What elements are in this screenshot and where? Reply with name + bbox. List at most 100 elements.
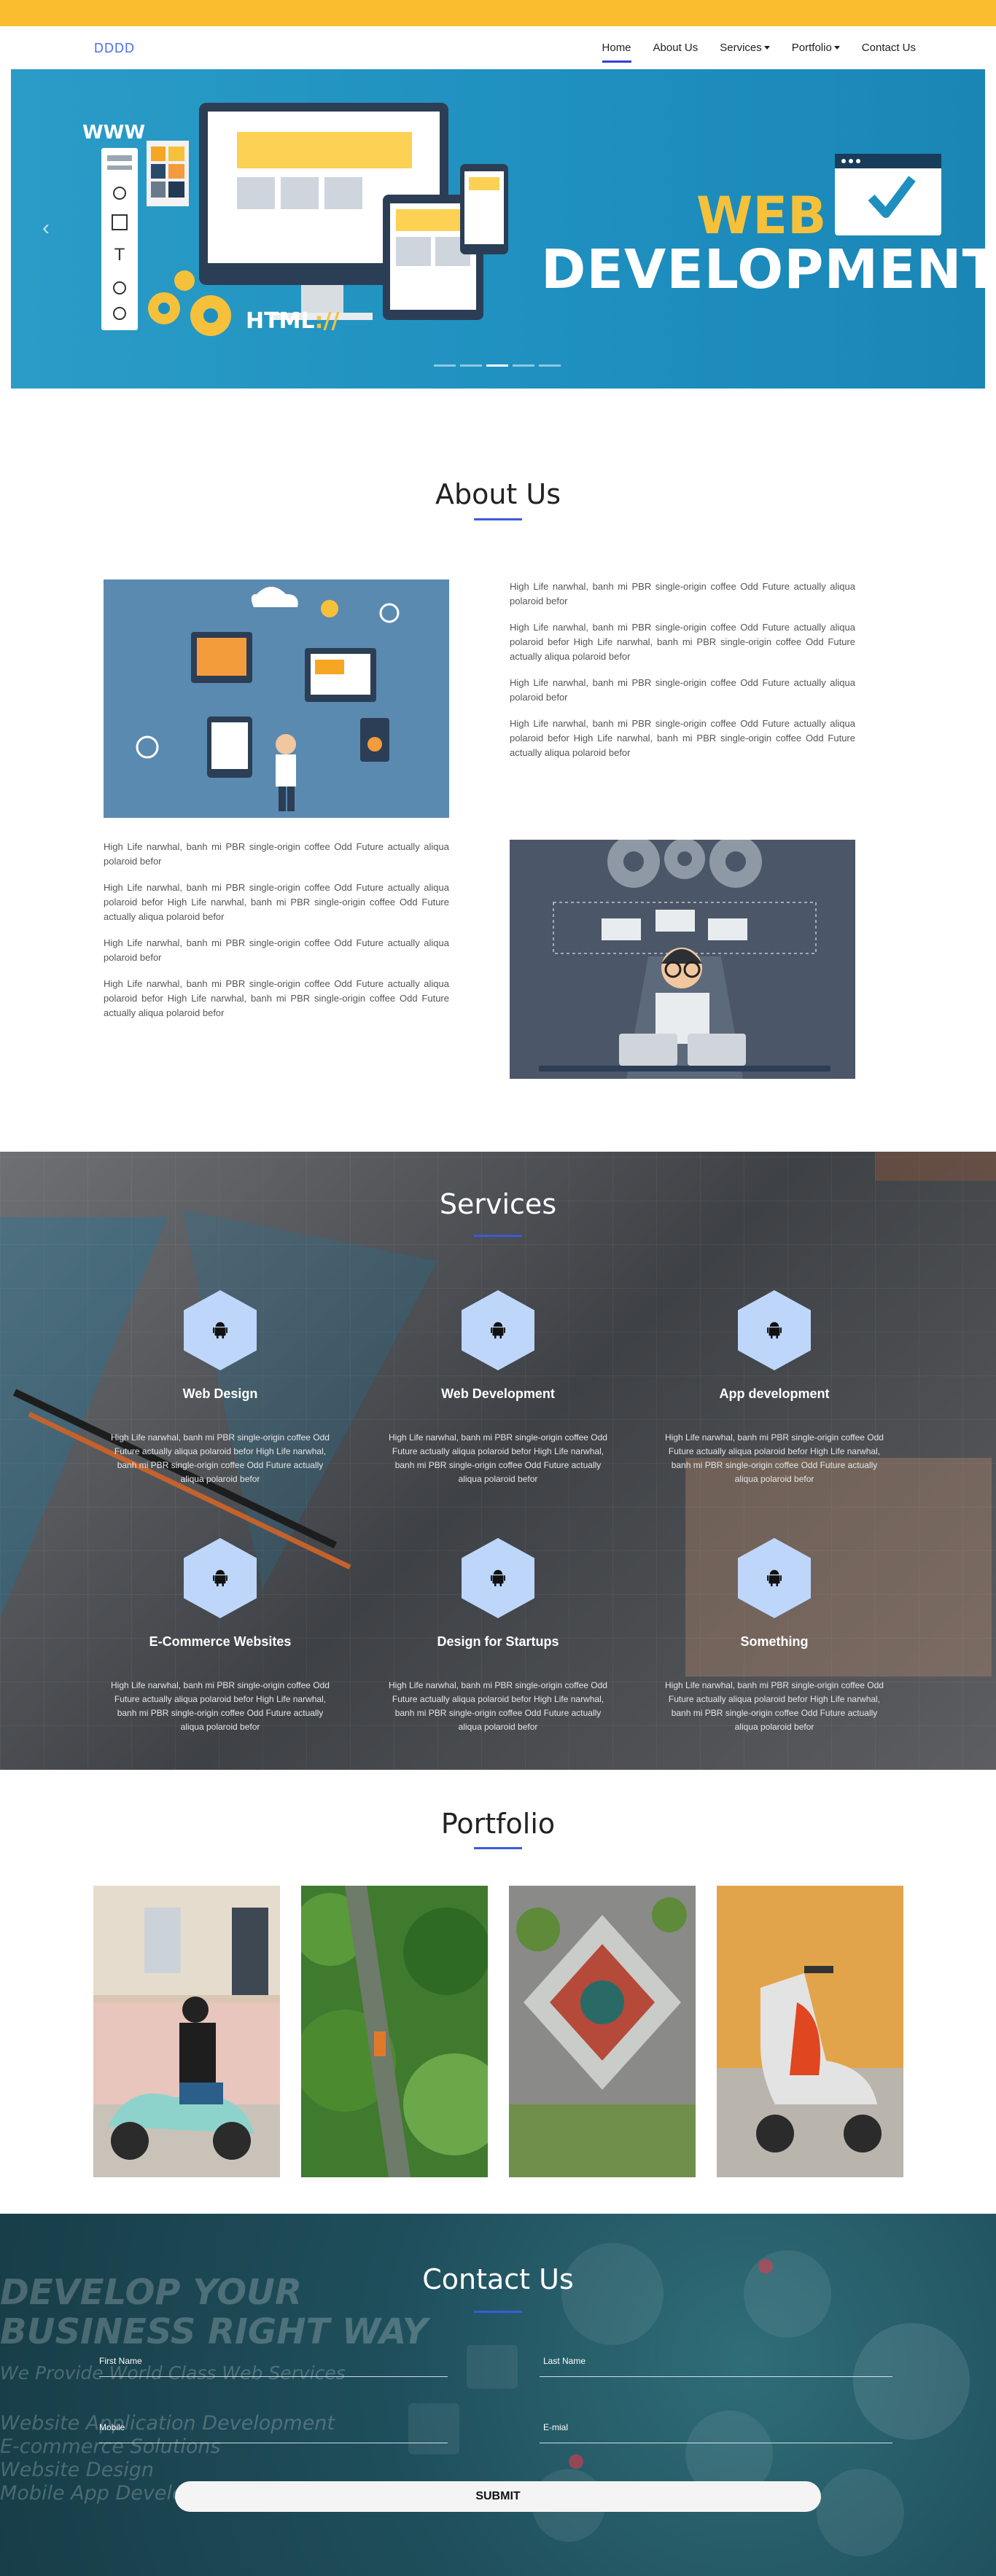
service-description: High Life narwhal, banh mi PBR single-or… [389, 1680, 607, 1732]
service-name: Web Development [441, 1386, 555, 1401]
portfolio-title: Portfolio [440, 1808, 556, 1840]
email-label: E-mial [543, 2422, 569, 2432]
android-icon [213, 1322, 227, 1339]
contact-bg-headline: BUSINESS RIGHT WAY [0, 2311, 428, 2352]
portfolio-image [717, 1886, 903, 2177]
portfolio-item-forest-road[interactable] [301, 1886, 488, 2177]
hero-illustration: T [101, 103, 941, 336]
service-hexagon [184, 1538, 257, 1618]
nav-home[interactable]: Home [602, 39, 631, 63]
carousel-indicator[interactable] [513, 364, 534, 367]
chevron-down-icon [763, 46, 770, 50]
service-hexagon [738, 1290, 811, 1370]
service-description: High Life narwhal, banh mi PBR single-or… [665, 1432, 884, 1484]
hero-html-label: HTML:// [246, 308, 339, 334]
top-accent-bar [0, 0, 996, 26]
hero-carousel: ‹ WWW T WEB DEVELOPMENT HTML:// [11, 69, 985, 389]
about-image-developer [510, 840, 855, 1079]
about-paragraph: High Life narwhal, banh mi PBR single-or… [104, 937, 449, 963]
service-hexagon [462, 1538, 534, 1618]
carousel-indicators [434, 364, 561, 367]
about-paragraph: High Life narwhal, banh mi PBR single-or… [510, 581, 855, 606]
service-hexagon [462, 1290, 534, 1370]
service-name: Something [740, 1634, 809, 1649]
brand-logo[interactable]: DDDD [94, 41, 135, 56]
contact-bg-text: Website Design [0, 2459, 155, 2481]
android-icon [491, 1569, 505, 1587]
service-card[interactable]: Web Design High Life narwhal, banh mi PB… [104, 1290, 337, 1486]
service-name: Design for Startups [437, 1634, 559, 1649]
nav-contact-label: Contact Us [861, 41, 916, 54]
service-name: App development [719, 1386, 830, 1401]
services-title-underline [474, 1235, 522, 1237]
mobile-label: Mobile [99, 2422, 125, 2432]
contact-title: Contact Us [422, 2263, 574, 2295]
about-illustration-2 [539, 840, 830, 1079]
contact-section: DEVELOP YOUR BUSINESS RIGHT WAY We Provi… [0, 2214, 996, 2576]
service-card[interactable]: E-Commerce Websites High Life narwhal, b… [104, 1538, 337, 1734]
hero-html-slash: :// [314, 308, 340, 334]
service-hexagon [738, 1538, 811, 1618]
service-card[interactable]: Design for Startups High Life narwhal, b… [381, 1538, 615, 1734]
service-description: High Life narwhal, banh mi PBR single-or… [389, 1432, 607, 1484]
services-title: Services [439, 1188, 557, 1220]
contact-bg-text: E-commerce Solutions [0, 2435, 221, 2458]
svg-text:T: T [114, 246, 125, 265]
nav-home-label: Home [602, 41, 631, 54]
hero-html-text: HTML [246, 308, 315, 334]
nav-contact[interactable]: Contact Us [862, 39, 916, 57]
about-paragraph: High Life narwhal, banh mi PBR single-or… [104, 978, 449, 1018]
about-paragraph: High Life narwhal, banh mi PBR single-or… [104, 882, 449, 922]
service-name: E-Commerce Websites [149, 1634, 292, 1649]
portfolio-image [509, 1886, 696, 2177]
android-icon [213, 1569, 227, 1587]
hero-title-development: DEVELOPMENT [541, 238, 985, 301]
contact-bg-text: We Provide World Class Web Services [0, 2362, 346, 2384]
nav-services[interactable]: Services [720, 39, 770, 57]
about-paragraph: High Life narwhal, banh mi PBR single-or… [510, 718, 855, 758]
nav-about-label: About Us [653, 41, 699, 54]
service-card[interactable]: Something High Life narwhal, banh mi PBR… [658, 1538, 891, 1734]
nav-menu: Home About Us Services Portfolio Contact… [602, 26, 916, 69]
last-name-label: Last Name [543, 2356, 586, 2366]
nav-services-label: Services [720, 41, 762, 54]
service-hexagon [184, 1290, 257, 1370]
about-title-underline [474, 518, 522, 520]
portfolio-item-scooter-woman[interactable] [93, 1886, 280, 2177]
nav-portfolio-label: Portfolio [791, 41, 832, 54]
carousel-indicator-active[interactable] [486, 364, 508, 367]
about-text-right: High Life narwhal, banh mi PBR single-or… [510, 579, 855, 772]
carousel-indicator[interactable] [539, 364, 561, 367]
about-paragraph: High Life narwhal, banh mi PBR single-or… [510, 677, 855, 703]
portfolio-item-aerial-building[interactable] [509, 1886, 696, 2177]
about-illustration-1 [136, 587, 400, 811]
contact-bg-text: Website Application Development [0, 2412, 335, 2435]
service-description: High Life narwhal, banh mi PBR single-or… [665, 1680, 884, 1732]
chevron-down-icon [833, 46, 840, 50]
android-icon [767, 1322, 782, 1339]
first-name-field[interactable] [99, 2376, 448, 2377]
carousel-indicator[interactable] [434, 364, 456, 367]
about-text-left: High Life narwhal, banh mi PBR single-or… [104, 840, 449, 1032]
portfolio-title-underline [474, 1847, 522, 1849]
service-card[interactable]: Web Development High Life narwhal, banh … [381, 1290, 615, 1486]
navbar: DDDD Home About Us Services Portfolio Co… [0, 26, 996, 69]
portfolio-image [301, 1886, 488, 2177]
about-title: About Us [435, 478, 561, 510]
carousel-indicator[interactable] [460, 364, 482, 367]
about-image-infographic [104, 579, 449, 818]
android-icon [491, 1322, 505, 1339]
last-name-field[interactable] [540, 2376, 892, 2377]
service-name: Web Design [182, 1386, 258, 1401]
about-paragraph: High Life narwhal, banh mi PBR single-or… [510, 622, 855, 662]
service-description: High Life narwhal, banh mi PBR single-or… [111, 1432, 330, 1484]
hero-title-web: WEB [696, 186, 827, 246]
portfolio-image [93, 1886, 280, 2177]
submit-button[interactable]: SUBMIT [175, 2481, 821, 2512]
nav-portfolio[interactable]: Portfolio [792, 39, 840, 57]
services-section: Services Web Design High Life narwhal, b… [0, 1152, 996, 1770]
nav-about[interactable]: About Us [653, 39, 699, 57]
service-card[interactable]: App development High Life narwhal, banh … [658, 1290, 891, 1486]
portfolio-item-vespa[interactable] [717, 1886, 903, 2177]
about-paragraph: High Life narwhal, banh mi PBR single-or… [104, 841, 449, 867]
